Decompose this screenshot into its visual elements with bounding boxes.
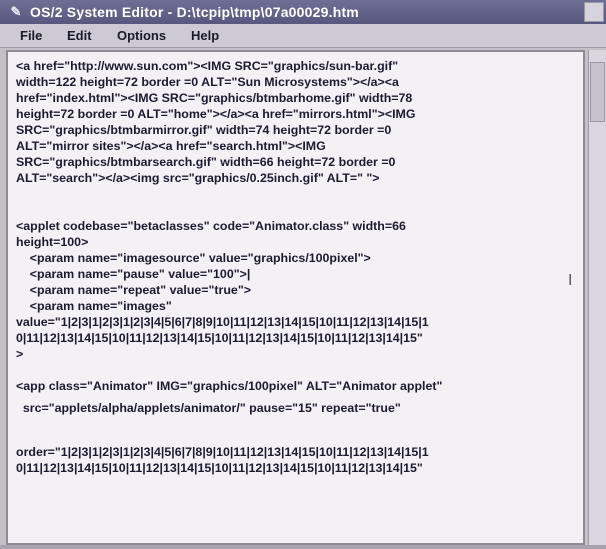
editor-line: <param name="pause" value="100">| — [16, 267, 251, 281]
editor-line: SRC="graphics/btmbarsearch.gif" width=66… — [16, 155, 396, 169]
window-title: OS/2 System Editor - D:\tcpip\tmp\07a000… — [30, 4, 359, 20]
system-menu-icon[interactable]: ✎ — [6, 3, 26, 21]
editor-line: width=122 height=72 border =0 ALT="Sun M… — [16, 75, 399, 89]
text-editor-area[interactable]: <a href="http://www.sun.com"><IMG SRC="g… — [6, 50, 585, 545]
editor-line: <param name="images" — [16, 299, 172, 313]
editor-line: <app class="Animator" IMG="graphics/100p… — [16, 379, 443, 393]
editor-line: src="applets/alpha/applets/animator/" pa… — [16, 401, 401, 415]
editor-line: <param name="repeat" value="true"> — [16, 283, 251, 297]
editor-line: <a href="http://www.sun.com"><IMG SRC="g… — [16, 59, 399, 73]
editor-line: 0|11|12|13|14|15|10|11|12|13|14|15|10|11… — [16, 461, 423, 475]
scrollbar-thumb[interactable] — [590, 62, 605, 122]
menu-file[interactable]: File — [20, 28, 42, 43]
editor-window: ✎ OS/2 System Editor - D:\tcpip\tmp\07a0… — [0, 0, 606, 549]
editor-line: ALT="search"></a><img src="graphics/0.25… — [16, 171, 380, 185]
editor-line: <applet codebase="betaclasses" code="Ani… — [16, 219, 406, 233]
editor-line: 0|11|12|13|14|15|10|11|12|13|14|15|10|11… — [16, 331, 423, 345]
editor-line: href="index.html"><IMG SRC="graphics/btm… — [16, 91, 413, 105]
editor-line: order="1|2|3|1|2|3|1|2|3|4|5|6|7|8|9|10|… — [16, 445, 429, 459]
menu-help[interactable]: Help — [191, 28, 219, 43]
menu-edit[interactable]: Edit — [67, 28, 92, 43]
vertical-scrollbar[interactable] — [588, 50, 606, 545]
window-controls[interactable] — [584, 2, 604, 22]
title-bar[interactable]: ✎ OS/2 System Editor - D:\tcpip\tmp\07a0… — [0, 0, 606, 24]
editor-line: <param name="imagesource" value="graphic… — [16, 251, 371, 265]
editor-line: height=100> — [16, 235, 89, 249]
editor-line: height=72 border =0 ALT="home"></a><a hr… — [16, 107, 416, 121]
editor-line: > — [16, 347, 24, 361]
editor-line: SRC="graphics/btmbarmirror.gif" width=74… — [16, 123, 392, 137]
editor-line: ALT="mirror sites"></a><a href="search.h… — [16, 139, 326, 153]
menu-bar: File Edit Options Help — [0, 24, 606, 48]
text-cursor-icon: I — [568, 272, 573, 289]
editor-line: value="1|2|3|1|2|3|1|2|3|4|5|6|7|8|9|10|… — [16, 315, 429, 329]
window-bottom-border — [0, 545, 606, 549]
menu-options[interactable]: Options — [117, 28, 166, 43]
